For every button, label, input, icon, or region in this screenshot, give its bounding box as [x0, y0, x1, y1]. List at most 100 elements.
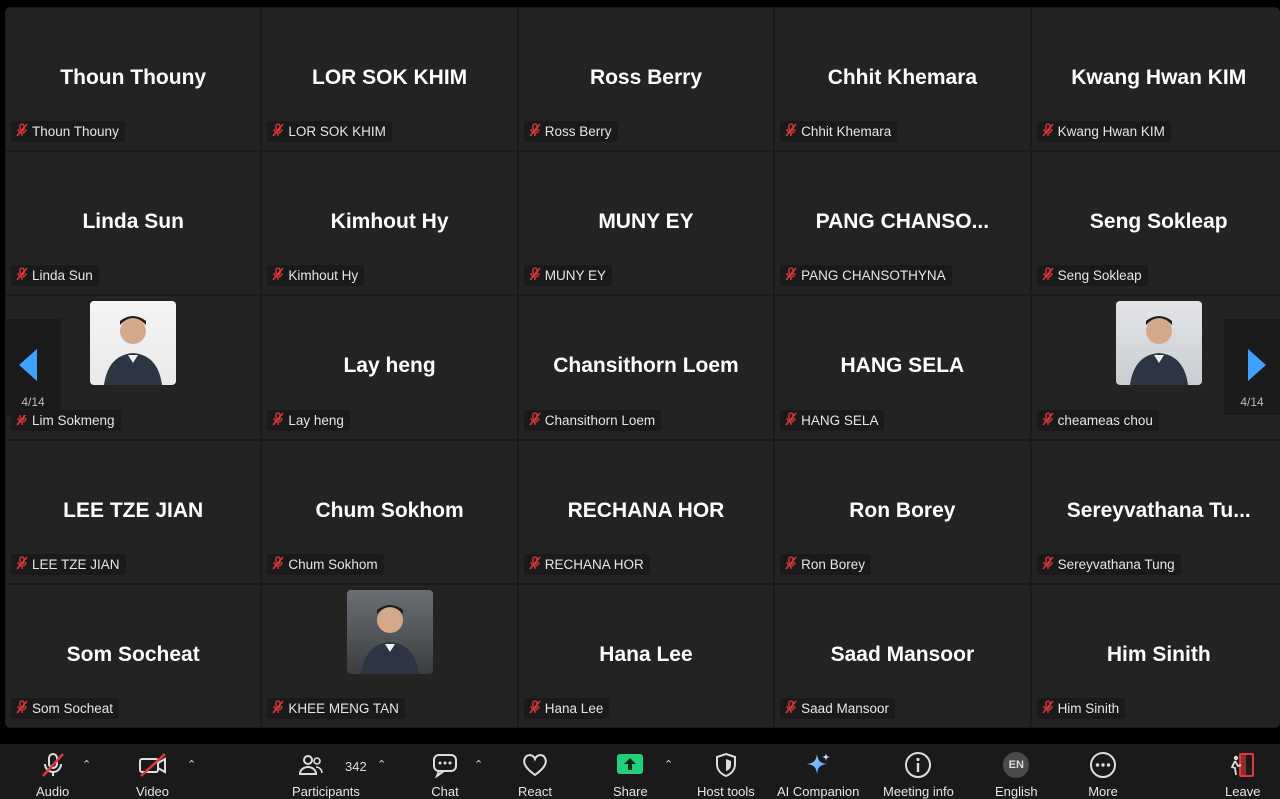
participant-tag-label: Saad Mansoor: [801, 700, 889, 716]
chat-label: Chat: [431, 784, 459, 799]
participant-tile[interactable]: Sereyvathana Tu... Sereyvathana Tung: [1030, 439, 1280, 584]
microphone-muted-icon: [1041, 411, 1055, 429]
leave-label: Leave: [1225, 784, 1261, 799]
participant-display-name: Him Sinith: [1106, 642, 1211, 666]
participant-tile[interactable]: RECHANA HOR RECHANA HOR: [517, 439, 775, 584]
participant-tag-label: Him Sinith: [1057, 700, 1120, 716]
participant-tag-label: Kwang Hwan KIM: [1057, 124, 1165, 140]
participant-name-tag: Him Sinith: [1036, 697, 1126, 719]
meeting-toolbar: Audio ⌃ Video ⌃ Participants 342 ⌃ Chat …: [0, 744, 1280, 799]
participant-tag-label: MUNY EY: [544, 268, 607, 284]
host-tools-button[interactable]: Host tools: [697, 750, 755, 799]
participant-display-name: Thoun Thouny: [60, 66, 207, 89]
participant-tile[interactable]: Thoun Thouny Thoun Thouny: [5, 7, 262, 152]
meeting-info-button[interactable]: Meeting info: [883, 750, 954, 799]
heart-icon: [519, 750, 551, 779]
participant-display-name: Chum Sokhom: [315, 498, 464, 522]
react-button[interactable]: React: [518, 750, 552, 799]
microphone-muted-icon: [784, 411, 798, 429]
participant-tile[interactable]: Som Socheat Som Socheat: [5, 583, 262, 728]
microphone-muted-icon: [784, 267, 798, 284]
video-label: Video: [136, 784, 170, 799]
microphone-muted-icon: [271, 267, 285, 284]
video-options-caret[interactable]: ⌃: [187, 758, 196, 771]
participant-tag-label: Chum Sokhom: [288, 556, 378, 572]
participant-display-name: Sereyvathana Tu...: [1066, 498, 1251, 522]
participant-tag-label: cheameas chou: [1057, 412, 1153, 428]
participant-tile[interactable]: Hana Lee Hana Lee: [517, 583, 775, 728]
participant-tile[interactable]: HANG SELA HANG SELA: [774, 295, 1031, 440]
share-button[interactable]: Share: [613, 750, 648, 799]
participant-tile[interactable]: KHEE MENG TAN: [261, 583, 518, 728]
participant-display-name: Ross Berry: [589, 66, 702, 89]
participant-display-name: Ron Borey: [849, 498, 956, 522]
audio-label: Audio: [36, 784, 70, 799]
leave-button[interactable]: Leave: [1225, 750, 1260, 799]
participant-tile[interactable]: Chum Sokhom Chum Sokhom: [261, 439, 518, 584]
ai-companion-button[interactable]: AI Companion: [777, 750, 859, 799]
microphone-muted-icon: [528, 411, 542, 429]
microphone-muted-icon: [1041, 123, 1055, 140]
participants-options-caret[interactable]: ⌃: [377, 758, 386, 771]
participant-name-tag: Kimhout Hy: [267, 265, 365, 287]
chat-button[interactable]: Chat: [429, 750, 461, 799]
participant-tag-label: Seng Sokleap: [1057, 268, 1142, 284]
participant-tile[interactable]: Ron Borey Ron Borey: [774, 439, 1031, 584]
next-page-button[interactable]: 4/14: [1224, 319, 1280, 415]
participant-name-tag: Som Socheat: [11, 697, 120, 719]
participant-tag-label: Ross Berry: [544, 124, 612, 140]
participant-tile[interactable]: Linda Sun Linda Sun: [5, 151, 262, 296]
participant-tile[interactable]: Seng Sokleap Seng Sokleap: [1030, 151, 1280, 296]
participant-tile[interactable]: Saad Mansoor Saad Mansoor: [774, 583, 1031, 728]
participant-tile[interactable]: PANG CHANSO... PANG CHANSOTHYNA: [774, 151, 1031, 296]
participants-button[interactable]: Participants: [292, 750, 360, 799]
participant-tile[interactable]: MUNY EY MUNY EY: [517, 151, 775, 296]
chat-options-caret[interactable]: ⌃: [474, 758, 483, 771]
sparkle-icon: [802, 750, 834, 779]
leave-door-icon: [1227, 750, 1259, 779]
share-screen-icon: [614, 750, 646, 779]
microphone-muted-icon: [271, 556, 285, 573]
audio-options-caret[interactable]: ⌃: [82, 758, 91, 771]
participant-name-tag: Hana Lee: [523, 697, 610, 719]
participant-tag-label: Chhit Khemara: [801, 124, 892, 140]
participant-tile[interactable]: Kwang Hwan KIM Kwang Hwan KIM: [1030, 7, 1280, 152]
participant-display-name: Chhit Khemara: [827, 66, 978, 89]
share-label: Share: [613, 784, 648, 799]
participant-display-name: LOR SOK KHIM: [312, 66, 468, 89]
participant-tag-label: KHEE MENG TAN: [288, 700, 399, 716]
participant-tile[interactable]: Kimhout Hy Kimhout Hy: [261, 151, 518, 296]
video-button[interactable]: Video: [136, 750, 169, 799]
chat-icon: [429, 750, 461, 779]
participant-name-tag: Chhit Khemara: [780, 121, 898, 143]
participant-tag-label: Kimhout Hy: [288, 268, 359, 284]
participant-tag-label: LOR SOK KHIM: [288, 124, 386, 140]
participant-display-name: RECHANA HOR: [567, 498, 725, 522]
audio-button[interactable]: Audio: [36, 750, 69, 799]
participant-name-tag: Thoun Thouny: [11, 121, 125, 143]
participant-tile[interactable]: Chhit Khemara Chhit Khemara: [774, 7, 1031, 152]
language-icon: EN: [1000, 750, 1032, 779]
participant-tile[interactable]: Lay heng Lay heng: [261, 295, 518, 440]
more-label: More: [1088, 784, 1118, 799]
participant-tag-label: Linda Sun: [32, 268, 93, 284]
participant-tile[interactable]: Him Sinith Him Sinith: [1030, 583, 1280, 728]
participant-tag-label: PANG CHANSOTHYNA: [801, 268, 946, 284]
participant-tile[interactable]: Ross Berry Ross Berry: [517, 7, 775, 152]
microphone-muted-icon: [784, 700, 798, 717]
microphone-muted-icon: [15, 123, 29, 140]
english-language-button[interactable]: EN English: [995, 750, 1038, 799]
participant-tag-label: Sereyvathana Tung: [1057, 556, 1175, 572]
participant-tile[interactable]: LEE TZE JIAN LEE TZE JIAN: [5, 439, 262, 584]
english-label: English: [995, 784, 1038, 799]
more-button[interactable]: More: [1087, 750, 1119, 799]
microphone-muted-icon: [271, 123, 285, 140]
participant-tag-label: Ron Borey: [801, 556, 865, 572]
previous-page-button[interactable]: 4/14: [5, 319, 61, 415]
share-options-caret[interactable]: ⌃: [664, 758, 673, 771]
video-off-icon: [137, 750, 169, 779]
participant-tile[interactable]: Chansithorn Loem Chansithorn Loem: [517, 295, 775, 440]
participant-tile[interactable]: LOR SOK KHIM LOR SOK KHIM: [261, 7, 518, 152]
react-label: React: [518, 784, 552, 799]
participant-display-name: Kwang Hwan KIM: [1071, 66, 1247, 89]
